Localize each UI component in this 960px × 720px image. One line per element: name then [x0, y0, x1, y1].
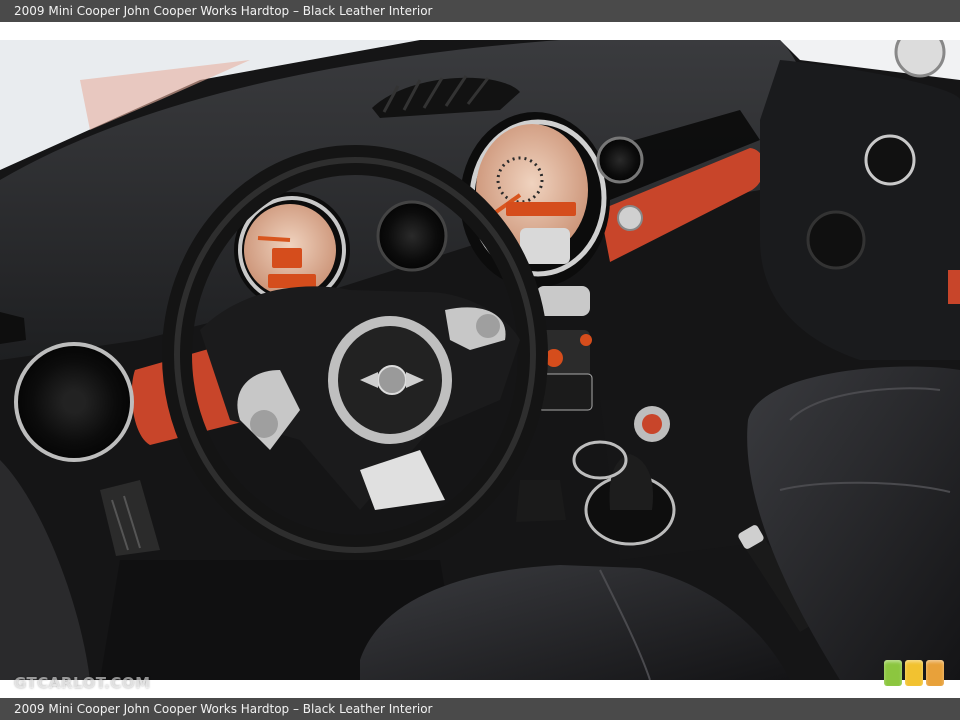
logo-block-yellow [905, 660, 923, 686]
air-vent-icon [376, 200, 448, 272]
side-mirror [894, 40, 946, 78]
air-vent-icon [596, 136, 644, 184]
door-tweeter [864, 134, 916, 186]
wheel-button [476, 314, 500, 338]
interior-photo [0, 40, 960, 680]
logo-block-orange [926, 660, 944, 686]
air-vent-icon [14, 342, 134, 462]
door-panel [760, 60, 960, 360]
photo-caption-bottom: 2009 Mini Cooper John Cooper Works Hardt… [0, 698, 960, 720]
door-handle [806, 210, 866, 270]
interior-photo-illustration [0, 40, 960, 680]
site-logo [884, 660, 946, 688]
wheel-button [250, 410, 278, 438]
photo-caption-top: 2009 Mini Cooper John Cooper Works Hardt… [0, 0, 960, 22]
logo-block-green [884, 660, 902, 686]
watermark: GTCARLOT.COM [14, 674, 151, 692]
dash-button [617, 205, 643, 231]
